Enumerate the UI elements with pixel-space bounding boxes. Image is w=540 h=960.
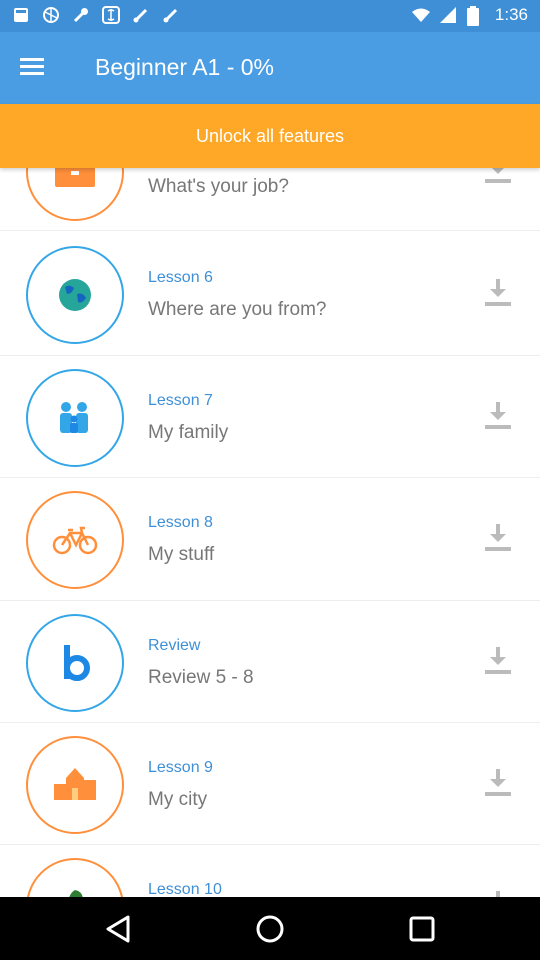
status-bar: 1:36 (0, 0, 540, 32)
divider (0, 600, 540, 601)
list-item[interactable]: What's your job? (0, 168, 540, 245)
lesson-icon-circle (26, 736, 124, 834)
globe-icon (59, 279, 91, 311)
download-icon[interactable] (482, 521, 514, 553)
lesson-title: Lesson 10 (148, 881, 222, 897)
battery-icon (466, 6, 485, 26)
unlock-features-banner[interactable]: Unlock all features (0, 104, 540, 168)
lesson-icon-circle (26, 614, 124, 712)
lesson-title: Lesson 8 (148, 514, 213, 531)
signal-icon (439, 6, 457, 24)
hamburger-menu-icon[interactable] (20, 54, 52, 82)
lesson-icon-circle (26, 491, 124, 589)
lesson-title: Lesson 9 (148, 759, 213, 776)
app-notification-icon (12, 6, 30, 24)
divider (0, 355, 540, 356)
recents-icon[interactable] (404, 911, 440, 947)
download-icon[interactable] (482, 766, 514, 798)
lesson-icon-circle (26, 246, 124, 344)
back-icon[interactable] (100, 911, 136, 947)
lesson-list[interactable]: What's your job? Lesson 6 Where are you … (0, 168, 540, 897)
wifi-icon (411, 6, 430, 24)
download-icon[interactable] (482, 888, 514, 897)
download-icon[interactable] (482, 276, 514, 308)
letter-b-icon (64, 645, 90, 681)
list-item[interactable]: Lesson 9 My city (0, 736, 540, 858)
home-icon[interactable] (252, 911, 288, 947)
download-icon[interactable] (482, 399, 514, 431)
leaf-icon (69, 890, 83, 897)
list-item[interactable]: Lesson 8 My stuff (0, 491, 540, 613)
bicycle-icon (52, 526, 98, 555)
divider (0, 844, 540, 845)
list-item[interactable]: Lesson 6 Where are you from? (0, 246, 540, 368)
sports-icon (42, 6, 60, 24)
lesson-subtitle: What's your job? (148, 176, 289, 197)
family-icon (60, 402, 88, 433)
lesson-subtitle: My stuff (148, 544, 215, 565)
clock: 1:36 (494, 5, 528, 24)
city-icon (54, 768, 96, 800)
download-icon[interactable] (482, 168, 514, 185)
download-icon[interactable] (482, 644, 514, 676)
lesson-icon-circle (26, 369, 124, 467)
lesson-subtitle: My city (148, 789, 208, 810)
app-bar: Beginner A1 - 0% (0, 32, 540, 104)
page-title: Beginner A1 - 0% (95, 54, 275, 80)
currency-icon (102, 6, 120, 24)
lesson-icon-circle (26, 858, 124, 897)
divider (0, 722, 540, 723)
lesson-title: Lesson 6 (148, 269, 213, 286)
list-item[interactable]: Review Review 5 - 8 (0, 614, 540, 736)
lesson-subtitle: My family (148, 422, 229, 443)
list-item[interactable]: Lesson 7 My family (0, 369, 540, 491)
lesson-subtitle: Review 5 - 8 (148, 667, 254, 688)
lesson-icon-circle (26, 168, 124, 221)
lesson-subtitle: Where are you from? (148, 299, 327, 320)
brush-icon (132, 6, 150, 24)
lesson-title: Review (148, 637, 201, 654)
wrench-icon (72, 6, 90, 24)
lesson-title: Lesson 7 (148, 392, 213, 409)
divider (0, 230, 540, 231)
brush-icon (162, 6, 180, 24)
briefcase-icon (55, 168, 95, 187)
navigation-bar (0, 897, 540, 960)
list-item[interactable]: Lesson 10 (0, 858, 540, 897)
divider (0, 477, 540, 478)
